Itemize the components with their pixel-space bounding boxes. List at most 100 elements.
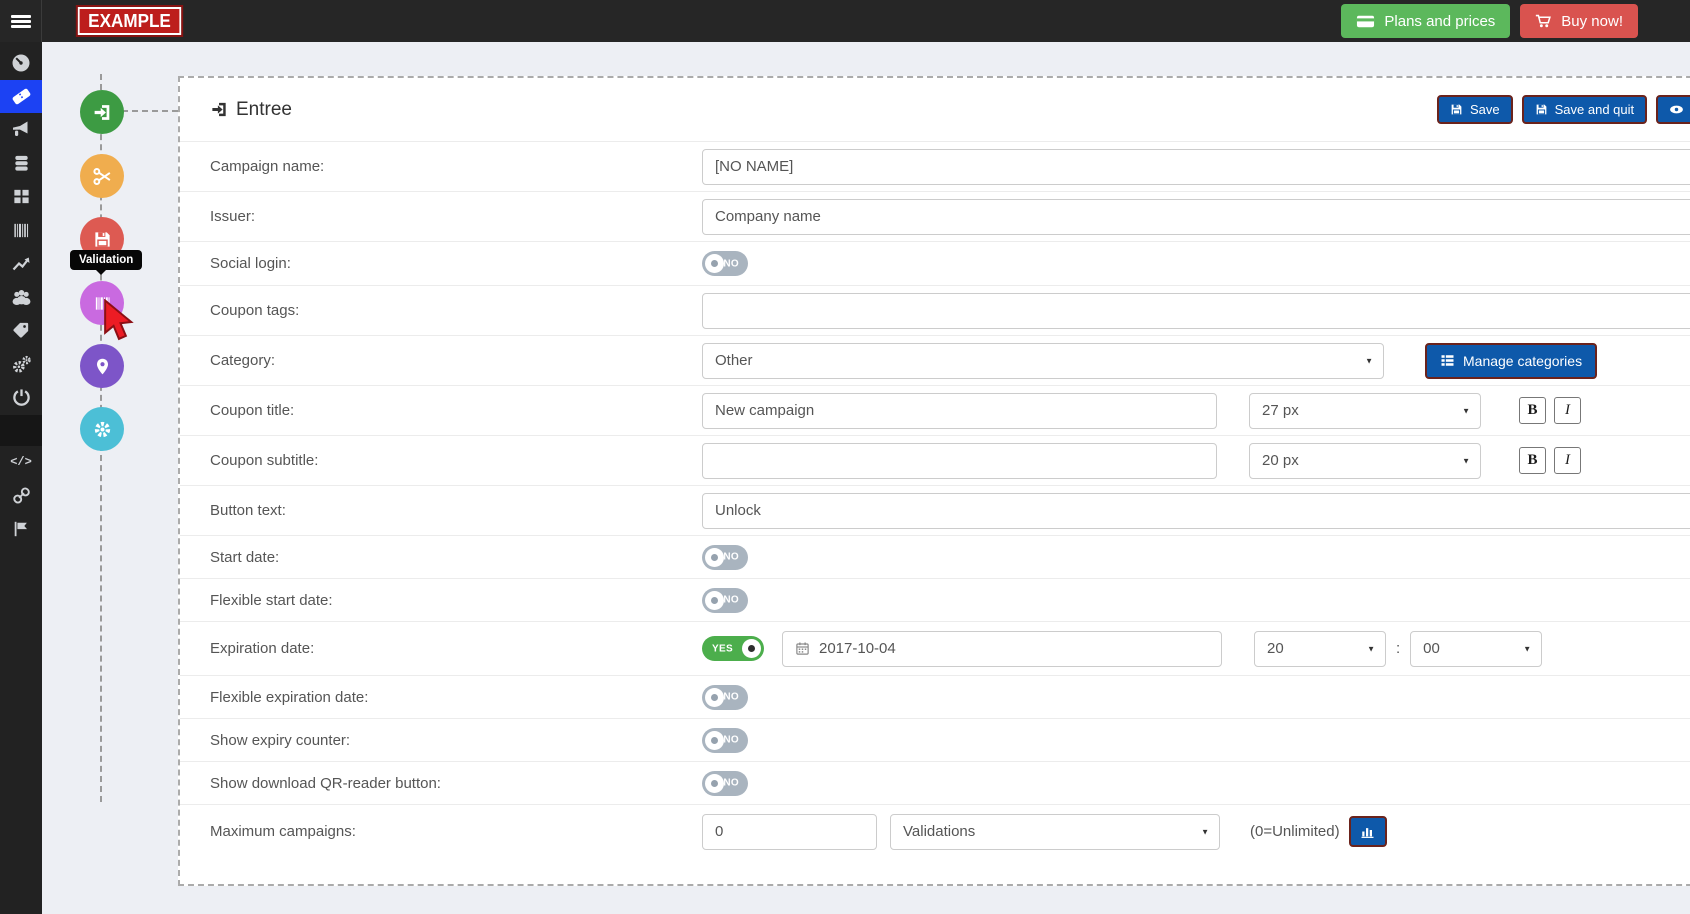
campaign-stats-button[interactable] (1349, 816, 1387, 847)
expiration-date-row: Expiration date: YES 2017-10-04 20 ▼ : 0… (180, 621, 1690, 675)
sidebar-item-campaigns[interactable] (0, 80, 42, 114)
credit-card-icon (1356, 12, 1375, 31)
social-login-row: Social login: NO (180, 241, 1690, 285)
page-title: Entree (210, 99, 292, 121)
step-locations[interactable] (80, 344, 124, 388)
preview-button[interactable]: Preview (1656, 95, 1690, 124)
step-entree[interactable] (80, 90, 124, 134)
gear-icon (92, 419, 113, 440)
sign-in-icon (210, 100, 229, 119)
flexible-expiration-date-row: Flexible expiration date: NO (180, 675, 1690, 718)
toggle-knob (705, 254, 724, 273)
issuer-label: Issuer: (210, 208, 702, 225)
sidebar-item-flags[interactable] (0, 513, 42, 547)
button-text-input[interactable] (702, 493, 1690, 529)
flexible-expiration-date-label: Flexible expiration date: (210, 689, 702, 706)
grid-icon (12, 187, 31, 206)
sidebar-item-code[interactable]: </> (0, 446, 42, 480)
buy-now-button[interactable]: Buy now! (1520, 4, 1638, 38)
issuer-input[interactable] (702, 199, 1690, 235)
database-icon (12, 154, 31, 173)
bold-button[interactable]: B (1519, 397, 1546, 424)
floppy-icon (1450, 103, 1463, 116)
tag-icon (12, 321, 31, 340)
italic-button[interactable]: I (1554, 397, 1581, 424)
stepper-panel-connector (122, 110, 178, 112)
expiration-date-toggle[interactable]: YES (702, 636, 764, 661)
maximum-campaigns-row: Maximum campaigns: Validations ▼ (0=Unli… (180, 804, 1690, 858)
coupon-subtitle-font-size-select[interactable]: 20 px ▼ (1249, 443, 1481, 479)
plans-and-prices-button[interactable]: Plans and prices (1341, 4, 1510, 38)
sidebar-item-database[interactable] (0, 147, 42, 181)
sidebar-item-tags[interactable] (0, 314, 42, 348)
shopping-cart-icon (1535, 13, 1552, 30)
panel-header: Entree Save Save and quit Preview (180, 78, 1690, 141)
link-icon (12, 486, 31, 505)
sidebar-item-barcodes[interactable] (0, 214, 42, 248)
button-text-row: Button text: (180, 485, 1690, 535)
maximum-campaigns-unit-select[interactable]: Validations ▼ (890, 814, 1220, 850)
coupon-subtitle-input[interactable] (702, 443, 1217, 479)
flexible-start-date-toggle[interactable]: NO (702, 588, 748, 613)
maximum-campaigns-input[interactable] (702, 814, 877, 850)
megaphone-icon (11, 120, 31, 140)
sidebar-item-users[interactable] (0, 281, 42, 315)
sidebar-item-statistics[interactable] (0, 247, 42, 281)
show-expiry-counter-toggle[interactable]: NO (702, 728, 748, 753)
flag-icon (12, 520, 30, 538)
expiration-date-input[interactable]: 2017-10-04 (782, 631, 1222, 667)
toggle-knob (705, 591, 724, 610)
save-and-quit-button[interactable]: Save and quit (1522, 95, 1648, 124)
sidebar-item-settings[interactable] (0, 348, 42, 382)
hamburger-menu-button[interactable] (0, 0, 42, 42)
save-button[interactable]: Save (1437, 95, 1513, 124)
start-date-toggle[interactable]: NO (702, 545, 748, 570)
sidebar-item-links[interactable] (0, 479, 42, 513)
power-icon (12, 388, 31, 407)
ticket-icon (11, 86, 32, 107)
campaign-name-input[interactable] (702, 149, 1690, 185)
line-chart-icon (11, 254, 31, 274)
button-text-label: Button text: (210, 502, 702, 519)
chevron-down-icon: ▼ (1367, 644, 1375, 653)
campaign-name-label: Campaign name: (210, 158, 702, 175)
show-qr-reader-toggle[interactable]: NO (702, 771, 748, 796)
flexible-expiration-date-toggle[interactable]: NO (702, 685, 748, 710)
toggle-knob (705, 548, 724, 567)
bold-button[interactable]: B (1519, 447, 1546, 474)
maximum-campaigns-label: Maximum campaigns: (210, 823, 702, 840)
campaign-name-row: Campaign name: (180, 141, 1690, 191)
app-logo[interactable]: EXAMPLE (78, 7, 182, 35)
gears-icon (11, 354, 32, 375)
flexible-start-date-label: Flexible start date: (210, 592, 702, 609)
calendar-icon (795, 641, 810, 656)
scissors-icon (92, 166, 113, 187)
coupon-title-input[interactable] (702, 393, 1217, 429)
coupon-tags-row: Coupon tags: (180, 285, 1690, 335)
coupon-title-font-size-select[interactable]: 27 px ▼ (1249, 393, 1481, 429)
toggle-knob (705, 688, 724, 707)
bar-chart-icon (1360, 824, 1375, 839)
show-expiry-counter-label: Show expiry counter: (210, 732, 702, 749)
barcode-icon (12, 221, 31, 240)
coupon-title-row: Coupon title: 27 px ▼ B I (180, 385, 1690, 435)
manage-categories-button[interactable]: Manage categories (1425, 343, 1597, 379)
show-qr-reader-label: Show download QR-reader button: (210, 775, 702, 792)
step-settings[interactable] (80, 407, 124, 451)
expiration-date-label: Expiration date: (210, 640, 702, 657)
social-login-toggle[interactable]: NO (702, 251, 748, 276)
category-select[interactable]: Other ▼ (702, 343, 1384, 379)
expiration-minute-select[interactable]: 00 ▼ (1410, 631, 1542, 667)
sign-in-icon (92, 102, 113, 123)
sidebar-item-marketing[interactable] (0, 113, 42, 147)
floppy-icon (93, 230, 112, 249)
coupon-tags-input[interactable] (702, 293, 1690, 329)
sidebar-item-lists[interactable] (0, 180, 42, 214)
sidebar-item-downloads[interactable] (0, 381, 42, 415)
chevron-down-icon: ▼ (1365, 356, 1373, 365)
expiration-hour-select[interactable]: 20 ▼ (1254, 631, 1386, 667)
sidebar-item-dashboard[interactable] (0, 46, 42, 80)
code-icon: </> (10, 455, 32, 469)
italic-button[interactable]: I (1554, 447, 1581, 474)
step-design[interactable] (80, 154, 124, 198)
